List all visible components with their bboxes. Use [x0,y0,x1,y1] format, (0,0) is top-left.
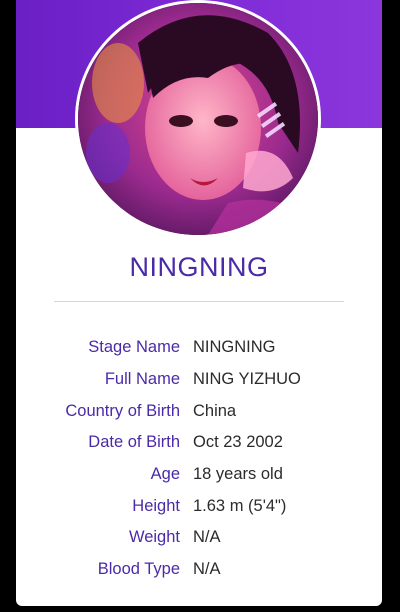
detail-value: N/A [193,560,221,579]
detail-label: Stage Name [88,338,180,357]
detail-label: Full Name [104,370,180,389]
profile-photo [75,0,321,238]
detail-value: NING YIZHUO [193,370,301,389]
divider [54,301,344,302]
detail-row-country-of-birth: Country of Birth China [16,395,382,427]
detail-value: NINGNING [193,338,276,357]
detail-value: China [193,401,237,420]
profile-details: Stage Name NINGNING Full Name NING YIZHU… [16,332,382,586]
detail-row-full-name: Full Name NING YIZHUO [16,364,382,396]
detail-row-age: Age 18 years old [16,459,382,491]
detail-label: Blood Type [97,560,180,579]
detail-value: Oct 23 2002 [193,433,283,452]
detail-value: 1.63 m (5'4") [193,496,287,515]
detail-label: Height [132,496,180,515]
detail-row-weight: Weight N/A [16,522,382,554]
detail-label: Age [150,465,180,484]
detail-value: N/A [193,528,221,547]
detail-label: Date of Birth [88,433,180,452]
profile-card: NINGNING Stage Name NINGNING Full Name N… [16,0,382,606]
profile-name: NINGNING [129,252,269,282]
detail-label: Country of Birth [65,401,180,420]
detail-row-date-of-birth: Date of Birth Oct 23 2002 [16,427,382,459]
detail-value: 18 years old [193,465,283,484]
detail-row-blood-type: Blood Type N/A [16,554,382,586]
detail-label: Weight [128,528,180,547]
detail-row-stage-name: Stage Name NINGNING [16,332,382,364]
profile-photo-image [78,3,318,235]
detail-row-height: Height 1.63 m (5'4") [16,490,382,522]
